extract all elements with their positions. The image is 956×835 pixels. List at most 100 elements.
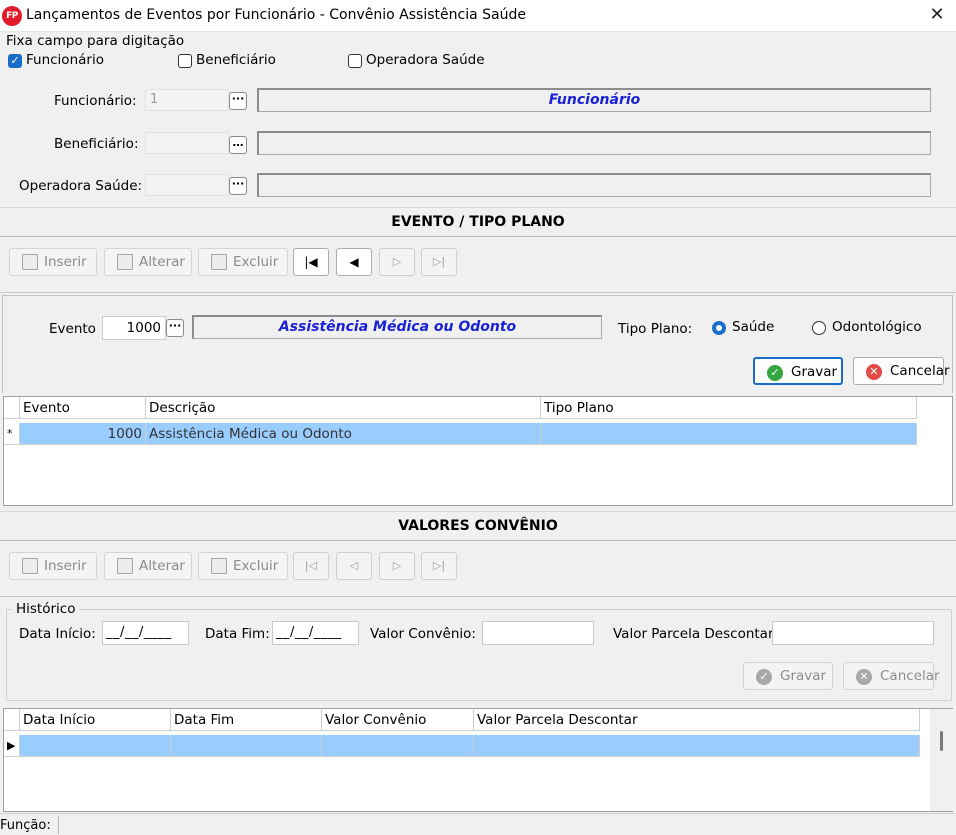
nav-first-button[interactable]: |◀: [293, 248, 329, 276]
column-header-data-fim[interactable]: Data Fim: [171, 709, 322, 731]
inserir-valor-button[interactable]: Inserir: [9, 552, 97, 580]
prev-record-icon: ◀: [349, 255, 359, 269]
evento-label: Evento: [49, 321, 96, 337]
cell-descricao[interactable]: Assistência Médica ou Odonto: [146, 423, 541, 445]
title-bar: FP Lançamentos de Eventos por Funcionári…: [0, 0, 956, 32]
cancelar-historico-label: Cancelar: [880, 668, 940, 684]
status-bar: Função:: [0, 813, 956, 835]
cell-tipo-plano[interactable]: [541, 423, 917, 445]
excluir-valor-button[interactable]: Excluir: [198, 552, 288, 580]
valores-grid: Data Início Data Fim Valor Convênio Valo…: [3, 708, 953, 812]
cancelar-button[interactable]: ✕ Cancelar: [853, 357, 950, 385]
status-funcao-label: Função:: [0, 818, 51, 833]
check-circle-icon: ✓: [756, 669, 772, 685]
section-valores-convenio: VALORES CONVÊNIO: [0, 511, 956, 541]
evento-display-text: Assistência Médica ou Odonto: [278, 319, 517, 335]
valor-convenio-label: Valor Convênio:: [370, 626, 476, 642]
column-header-valor-convenio[interactable]: Valor Convênio: [322, 709, 474, 731]
column-header-tipo-plano[interactable]: Tipo Plano: [541, 397, 917, 419]
checkbox-funcionario-label: Funcionário: [26, 52, 104, 68]
gravar-button[interactable]: ✓ Gravar: [753, 357, 843, 385]
operadora-lookup-button[interactable]: ···: [229, 177, 247, 195]
inserir-label: Inserir: [44, 254, 87, 270]
funcionario-display-text: Funcionário: [548, 92, 641, 108]
nav-last-button[interactable]: ▷|: [421, 248, 457, 276]
column-header-data-inicio[interactable]: Data Início: [20, 709, 171, 731]
grid-corner: [4, 397, 20, 419]
first-record-icon: |◀: [304, 255, 318, 269]
nav-prev-button[interactable]: ◁: [336, 552, 372, 580]
nav-next-button[interactable]: ▷: [379, 552, 415, 580]
check-circle-icon: ✓: [767, 365, 783, 381]
last-record-icon: ▷|: [432, 255, 446, 268]
data-fim-input[interactable]: __/__/____: [272, 621, 359, 645]
alterar-label: Alterar: [139, 558, 185, 574]
window-title: Lançamentos de Eventos por Funcionário -…: [26, 7, 526, 23]
close-button[interactable]: ✕: [922, 4, 952, 28]
scrollbar-thumb[interactable]: [940, 731, 943, 751]
funcionario-input-value: 1: [150, 92, 159, 107]
valor-parcela-input[interactable]: [772, 621, 934, 645]
last-record-icon: ▷|: [432, 559, 446, 572]
tipo-plano-label: Tipo Plano:: [618, 321, 693, 337]
funcionario-input[interactable]: 1: [145, 89, 229, 111]
radio-odontologico-label: Odontológico: [832, 319, 922, 335]
insert-doc-icon: [22, 254, 38, 270]
funcionario-lookup-button[interactable]: ···: [229, 92, 247, 110]
radio-selected-icon: [712, 321, 726, 335]
nav-first-button[interactable]: |◁: [293, 552, 329, 580]
cell-data-inicio[interactable]: [20, 735, 171, 757]
beneficiario-label: Beneficiário:: [54, 136, 139, 152]
cell-valor-parcela[interactable]: [474, 735, 920, 757]
evento-lookup-button[interactable]: ···: [166, 319, 184, 337]
column-header-evento[interactable]: Evento: [20, 397, 146, 419]
beneficiario-input[interactable]: [145, 132, 229, 154]
column-header-descricao[interactable]: Descrição: [146, 397, 541, 419]
excluir-button[interactable]: Excluir: [198, 248, 288, 276]
cancel-circle-icon: ✕: [856, 669, 872, 685]
historico-legend: Histórico: [12, 601, 80, 617]
alterar-valor-button[interactable]: Alterar: [104, 552, 192, 580]
delete-doc-icon: [211, 254, 227, 270]
excluir-label: Excluir: [233, 558, 279, 574]
nav-next-button[interactable]: ▷: [379, 248, 415, 276]
insert-doc-icon: [22, 558, 38, 574]
beneficiario-lookup-button[interactable]: …: [229, 136, 247, 154]
nav-prev-button[interactable]: ◀: [336, 248, 372, 276]
operadora-label: Operadora Saúde:: [19, 178, 143, 194]
beneficiario-display: [257, 131, 931, 155]
next-record-icon: ▷: [392, 559, 402, 572]
cancel-circle-icon: ✕: [866, 364, 882, 380]
vertical-scrollbar[interactable]: [930, 709, 953, 811]
prev-record-icon: ◁: [349, 559, 359, 572]
first-record-icon: |◁: [304, 559, 318, 572]
evento-input[interactable]: 1000: [102, 316, 166, 340]
cell-valor-convenio[interactable]: [322, 735, 474, 757]
check-icon: ✓: [8, 54, 22, 68]
next-record-icon: ▷: [392, 255, 402, 268]
inserir-button[interactable]: Inserir: [9, 248, 97, 276]
valor-convenio-input[interactable]: [482, 621, 594, 645]
excluir-label: Excluir: [233, 254, 279, 270]
toolbar-evento: Inserir Alterar Excluir |◀ ◀ ▷ ▷|: [0, 237, 956, 293]
grid-corner: [4, 709, 20, 731]
inserir-label: Inserir: [44, 558, 87, 574]
data-inicio-input[interactable]: __/__/____: [102, 621, 189, 645]
nav-last-button[interactable]: ▷|: [421, 552, 457, 580]
alterar-button[interactable]: Alterar: [104, 248, 192, 276]
edit-doc-icon: [117, 254, 133, 270]
data-inicio-label: Data Início:: [19, 626, 96, 642]
cell-data-fim[interactable]: [171, 735, 322, 757]
gravar-label: Gravar: [791, 364, 838, 380]
valor-parcela-label: Valor Parcela Descontar:: [613, 626, 778, 642]
checkbox-beneficiario-label: Beneficiário: [196, 52, 276, 68]
gravar-historico-button[interactable]: ✓ Gravar: [743, 662, 833, 690]
cell-evento[interactable]: 1000: [20, 423, 146, 445]
evento-grid: Evento Descrição Tipo Plano * 1000 Assis…: [3, 396, 953, 506]
data-fim-label: Data Fim:: [205, 626, 270, 642]
evento-display: Assistência Médica ou Odonto: [192, 315, 602, 339]
cancelar-historico-button[interactable]: ✕ Cancelar: [843, 662, 940, 690]
column-header-valor-parcela[interactable]: Valor Parcela Descontar: [474, 709, 920, 731]
cancelar-label: Cancelar: [890, 363, 950, 379]
operadora-input[interactable]: [145, 174, 229, 196]
